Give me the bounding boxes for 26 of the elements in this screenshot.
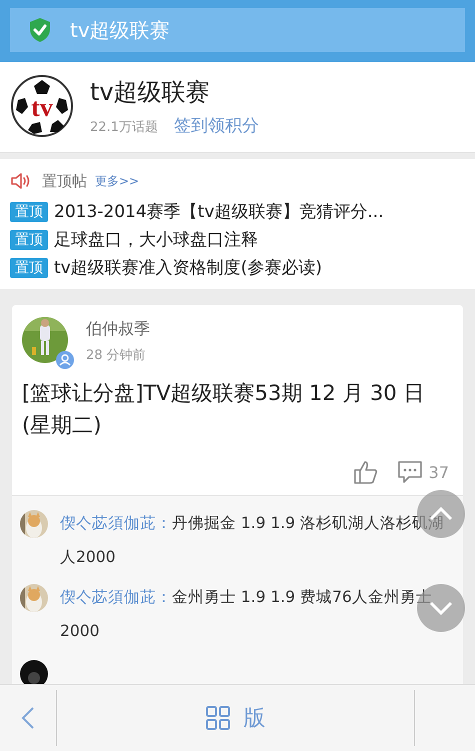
pinned-post-link[interactable]: tv超级联赛准入资格制度(参赛必读) [54,256,322,279]
pinned-post-link[interactable]: 2013-2014赛季【tv超级联赛】竞猜评分... [54,200,384,223]
user-link[interactable]: 偰亽苾須伽茈： [60,588,172,606]
soccer-ball-logo: tv [10,74,74,138]
back-icon [21,706,35,730]
user-link[interactable]: 偰亽苾須伽茈： [60,514,172,532]
pinned-post-link[interactable]: 足球盘口，大小球盘口注释 [54,228,258,251]
thumbs-up-icon[interactable] [352,459,379,485]
chevron-down-icon [429,601,453,615]
pinned-tag: 置顶 [10,258,48,278]
user-badge-icon [56,351,74,369]
comment-count: 37 [428,462,449,482]
title-bar[interactable]: tv超级联赛 [10,8,465,52]
forum-name: tv超级联赛 [90,76,211,108]
comment-icon[interactable] [396,460,423,484]
post-time: 28 分钟前 [86,347,147,364]
window-title: tv超级联赛 [70,16,170,44]
pinned-tag: 置顶 [10,230,48,250]
author-name: 伯仲叔季 [86,319,150,340]
pinned-tag: 置顶 [10,202,48,222]
grid-icon [206,706,230,730]
section-title: 置顶帖 [42,172,87,190]
topic-count: 22.1万话题 [90,118,158,136]
more-link[interactable]: 更多>> [95,172,140,190]
sign-in-link[interactable]: 签到领积分 [174,114,259,136]
post-title[interactable]: [篮球让分盘]TV超级联赛53期 12 月 30 日 (星期二) [12,364,463,441]
